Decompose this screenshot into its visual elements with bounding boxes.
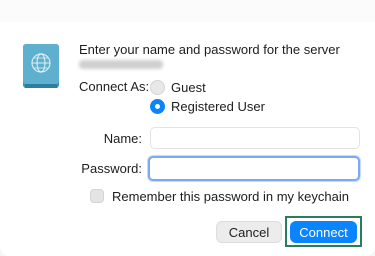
registered-user-option[interactable]: Registered User: [150, 97, 265, 115]
remember-password-checkbox[interactable]: [90, 189, 104, 203]
registered-user-radio[interactable]: [150, 98, 165, 114]
registered-user-label: Registered User: [171, 98, 265, 114]
connect-button[interactable]: Connect: [290, 221, 357, 243]
redacted-server-name: [79, 60, 163, 69]
window-top-edge: [0, 0, 375, 23]
name-label: Name:: [103, 131, 142, 146]
connect-to-server-dialog: Enter your name and password for the ser…: [0, 22, 375, 256]
dialog-message-text: Enter your name and password for the ser…: [79, 42, 340, 57]
window-bottom-edge: [0, 246, 375, 256]
remember-password-option[interactable]: Remember this password in my keychain: [90, 187, 349, 205]
guest-option[interactable]: Guest: [150, 78, 206, 96]
password-label: Password:: [81, 161, 142, 176]
network-drive-icon: [22, 42, 60, 92]
connect-as-label: Connect As:: [79, 79, 150, 94]
guest-label: Guest: [171, 79, 206, 95]
name-field[interactable]: [150, 127, 360, 149]
cancel-button[interactable]: Cancel: [216, 221, 282, 243]
remember-password-label: Remember this password in my keychain: [112, 188, 349, 204]
password-field[interactable]: [148, 156, 360, 181]
dialog-message: Enter your name and password for the ser…: [79, 42, 359, 72]
guest-radio[interactable]: [150, 79, 165, 95]
